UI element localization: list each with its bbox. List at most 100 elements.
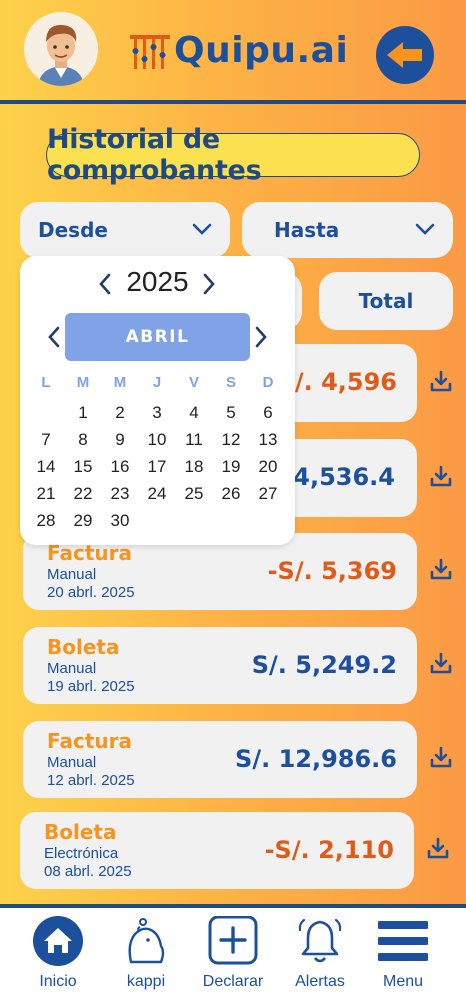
receipt-amount: S/. 4,596	[277, 368, 397, 396]
calendar-day[interactable]: 14	[31, 457, 61, 477]
nav-label: Menu	[382, 973, 424, 990]
receipt-card[interactable]: Boleta Manual 19 abrl. 2025 S/. 5,249.2	[23, 627, 417, 704]
capybara-icon	[128, 918, 165, 964]
desde-label: Desde	[38, 218, 108, 242]
weekday-label: S	[225, 374, 236, 391]
calendar-day[interactable]: 1	[68, 403, 98, 423]
nav-declarar[interactable]: Declarar	[188, 908, 278, 1008]
app-header: Quipu.ai	[0, 0, 466, 104]
calendar-day[interactable]: 5	[216, 403, 246, 423]
weekday-label: L	[41, 374, 51, 391]
nav-kappi[interactable]: kappi	[101, 908, 191, 1008]
receipt-method: Manual	[47, 754, 97, 771]
receipt-amount: -S/. 2,110	[264, 836, 394, 864]
calendar-month[interactable]: ABRIL	[65, 313, 250, 361]
receipt-date: 12 abrl. 2025	[47, 772, 135, 789]
receipt-method: Manual	[47, 660, 97, 677]
hasta-dropdown[interactable]: Hasta	[242, 202, 453, 258]
receipt-card[interactable]: Boleta Electrónica 08 abrl. 2025 -S/. 2,…	[20, 812, 414, 889]
calendar-day[interactable]: 30	[105, 511, 135, 531]
menu-icon	[378, 921, 428, 961]
chevron-down-icon	[192, 223, 212, 235]
calendar-day[interactable]: 24	[142, 484, 172, 504]
calendar-day[interactable]: 27	[253, 484, 283, 504]
quipu-logo: Quipu.ai	[128, 30, 348, 71]
calendar-day[interactable]: 10	[142, 430, 172, 450]
download-icon[interactable]	[430, 370, 452, 392]
bottom-nav: Inicio kappi Declarar Alertas Menu	[0, 908, 466, 1008]
calendar-day[interactable]: 17	[142, 457, 172, 477]
calendar-day[interactable]: 19	[216, 457, 246, 477]
calendar-day[interactable]: 28	[31, 511, 61, 531]
header-divider	[0, 100, 466, 104]
weekday-label: J	[152, 374, 162, 391]
receipt-amount: S/. 12,986.6	[235, 745, 397, 773]
quipu-mark-icon	[130, 34, 170, 69]
next-year-icon[interactable]	[202, 273, 216, 295]
calendar-day[interactable]: 26	[216, 484, 246, 504]
nav-inicio[interactable]: Inicio	[13, 908, 103, 1008]
calendar-day[interactable]: 4	[179, 403, 209, 423]
user-avatar[interactable]	[24, 12, 98, 86]
nav-label: kappi	[126, 973, 166, 990]
total-button[interactable]: Total	[319, 272, 453, 330]
weekday-label: M	[76, 374, 90, 391]
receipt-type: Boleta	[47, 635, 120, 659]
calendar-day[interactable]: 23	[105, 484, 135, 504]
calendar-day[interactable]: 13	[253, 430, 283, 450]
calendar-day[interactable]: 20	[253, 457, 283, 477]
hasta-label: Hasta	[274, 218, 340, 242]
download-icon[interactable]	[430, 558, 452, 580]
download-icon[interactable]	[430, 652, 452, 674]
download-icon[interactable]	[430, 746, 452, 768]
calendar-day[interactable]: 12	[216, 430, 246, 450]
calendar-day[interactable]: 25	[179, 484, 209, 504]
weekday-label: V	[188, 374, 199, 391]
page-title: Historial de comprobantes	[46, 124, 420, 186]
calendar-day[interactable]: 15	[68, 457, 98, 477]
receipt-date: 19 abrl. 2025	[47, 678, 135, 695]
arrow-left-icon	[387, 42, 422, 68]
nav-label: Inicio	[39, 973, 77, 990]
download-icon[interactable]	[430, 465, 452, 487]
calendar-day[interactable]: 3	[142, 403, 172, 423]
home-icon	[33, 916, 83, 966]
calendar-day[interactable]: 21	[31, 484, 61, 504]
nav-alertas[interactable]: Alertas	[275, 908, 365, 1008]
calendar-day[interactable]: 11	[179, 430, 209, 450]
calendar-day[interactable]: 16	[105, 457, 135, 477]
receipt-card[interactable]: Factura Manual 12 abrl. 2025 S/. 12,986.…	[23, 721, 417, 798]
calendar-year: 2025	[126, 266, 189, 297]
prev-month-icon[interactable]	[47, 326, 61, 348]
receipt-amount: S/. 5,249.2	[251, 651, 397, 679]
weekday-label: M	[113, 374, 127, 391]
desde-dropdown[interactable]: Desde	[20, 202, 230, 258]
total-label: Total	[358, 289, 414, 313]
calendar-day[interactable]: 2	[105, 403, 135, 423]
calendar-day[interactable]: 18	[179, 457, 209, 477]
receipt-type: Boleta	[44, 820, 117, 844]
receipt-date: 08 abrl. 2025	[44, 863, 132, 880]
chevron-down-icon	[415, 223, 435, 235]
calendar-day[interactable]: 29	[68, 511, 98, 531]
next-month-icon[interactable]	[254, 326, 268, 348]
calendar-day[interactable]: 9	[105, 430, 135, 450]
receipt-date: 20 abrl. 2025	[47, 584, 135, 601]
nav-label: Declarar	[202, 973, 264, 990]
receipt-type: Factura	[47, 729, 132, 753]
calendar-day[interactable]: 7	[31, 430, 61, 450]
logo-text: Quipu.ai	[174, 30, 349, 71]
bell-icon	[298, 918, 342, 963]
nav-label: Alertas	[295, 973, 345, 990]
receipt-method: Electrónica	[44, 845, 119, 862]
calendar-day[interactable]: 22	[68, 484, 98, 504]
back-button[interactable]	[376, 26, 434, 84]
calendar-day[interactable]: 8	[68, 430, 98, 450]
plus-square-icon	[208, 916, 258, 965]
receipt-amount: -S/. 5,369	[267, 557, 397, 585]
download-icon[interactable]	[427, 837, 449, 859]
date-picker: 2025 ABRIL L M M J V S D 1 2 3 4 5 6 7 8 9 10 11 12…	[20, 256, 295, 545]
calendar-day[interactable]: 6	[253, 403, 283, 423]
weekday-label: D	[262, 374, 274, 391]
nav-menu[interactable]: Menu	[358, 908, 448, 1008]
